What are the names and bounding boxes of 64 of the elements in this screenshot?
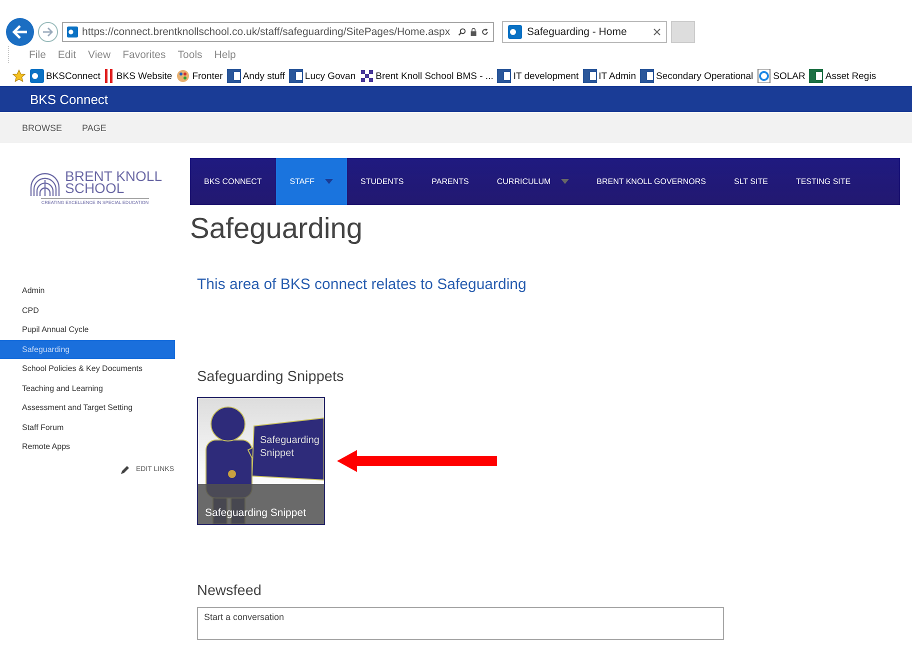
favorite-link[interactable]: BKSConnect — [46, 70, 100, 82]
tile-caption: Safeguarding Snippet — [198, 484, 324, 524]
nav-tab[interactable]: SLT SITE — [720, 158, 782, 205]
nav-tab[interactable]: TESTING SITE — [782, 158, 865, 205]
intro-text: This area of BKS connect relates to Safeguarding — [197, 276, 528, 293]
arrow-icon — [337, 450, 497, 472]
favorite-link[interactable]: IT development — [513, 70, 579, 82]
menu-item[interactable]: Help — [214, 49, 236, 63]
ribbon-tab[interactable]: BROWSE — [22, 122, 62, 132]
favorite-link[interactable]: SOLAR — [773, 70, 806, 82]
sidebar-item[interactable]: Teaching and Learning — [0, 378, 175, 398]
site-title[interactable]: BKS Connect — [30, 92, 108, 106]
nav-tab[interactable]: BKS CONNECT — [190, 158, 276, 205]
sidebar-item[interactable]: CPD — [0, 300, 175, 320]
sidebar-item[interactable]: Assessment and Target Setting — [0, 398, 175, 418]
menu-item[interactable]: File — [29, 49, 46, 63]
ribbon-tab[interactable]: PAGE — [82, 122, 106, 132]
address-bar[interactable]: https://connect.brentknollschool.co.uk/staff/safeguarding/SitePages/Home.aspx — [62, 22, 494, 42]
favorite-link[interactable]: IT Admin — [598, 70, 636, 82]
lock-icon — [470, 27, 478, 37]
grid-icon — [360, 69, 374, 83]
nav-tab[interactable]: STAFF — [276, 158, 347, 205]
section-heading: Newsfeed — [197, 583, 262, 599]
logo-text: BRENT KNOLL — [65, 170, 162, 182]
search-icon — [458, 27, 466, 37]
sidebar-item[interactable]: Remote Apps — [0, 437, 175, 456]
close-icon[interactable] — [653, 28, 661, 36]
nav-tab[interactable]: BRENT KNOLL GOVERNORS — [582, 158, 720, 205]
nav-tab[interactable]: STUDENTS — [346, 158, 418, 205]
favorite-link[interactable]: Asset Regis — [825, 70, 876, 82]
favorite-link[interactable]: Brent Knoll School BMS - ... — [376, 70, 494, 82]
browser-tab[interactable]: Safeguarding - Home — [502, 21, 667, 43]
logo-text: SCHOOL — [65, 182, 124, 194]
favorite-link[interactable]: Secondary Operational — [656, 70, 754, 82]
favorite-link[interactable]: BKS Website — [116, 70, 172, 82]
menu-item[interactable]: Favorites — [122, 49, 166, 63]
menu-item[interactable]: Edit — [58, 49, 76, 63]
snippet-tile[interactable]: Safeguarding Snippet Safeguarding Snippet — [197, 397, 325, 525]
tab-title: Safeguarding - Home — [527, 26, 628, 38]
forward-button[interactable] — [38, 22, 58, 42]
page-title: Safeguarding — [190, 213, 364, 246]
section-heading: Safeguarding Snippets — [197, 369, 345, 385]
pencil-icon — [120, 464, 130, 474]
back-arrow-icon — [12, 25, 28, 39]
sidebar-item[interactable]: School Policies & Key Documents — [0, 359, 175, 378]
sidebar-item[interactable]: Admin — [0, 281, 175, 300]
sign-text: Safeguarding Snippet — [260, 434, 320, 460]
menu-item[interactable]: View — [88, 49, 111, 63]
bars-icon — [104, 69, 114, 83]
sidebar-item[interactable]: Staff Forum — [0, 418, 175, 437]
back-button[interactable] — [6, 18, 34, 46]
url-text: https://connect.brentknollschool.co.uk/staff/safeguarding/SitePages/Home.aspx — [82, 26, 450, 38]
favorite-link[interactable]: Andy stuff — [242, 70, 285, 82]
favorite-link[interactable]: Lucy Govan — [304, 70, 356, 82]
forward-arrow-icon — [42, 27, 54, 37]
nav-tab[interactable]: CURRICULUM — [482, 158, 583, 205]
favorite-link[interactable]: Fronter — [192, 70, 223, 82]
menu-item[interactable]: Tools — [178, 49, 202, 63]
favorites-star-icon[interactable] — [12, 69, 26, 83]
palette-icon — [176, 69, 190, 83]
refresh-icon — [481, 27, 489, 37]
sidebar-item[interactable]: Pupil Annual Cycle — [0, 320, 175, 340]
conversation-input-field[interactable]: Start a conversation — [197, 607, 724, 640]
nav-tab[interactable]: PARENTS — [418, 158, 483, 205]
